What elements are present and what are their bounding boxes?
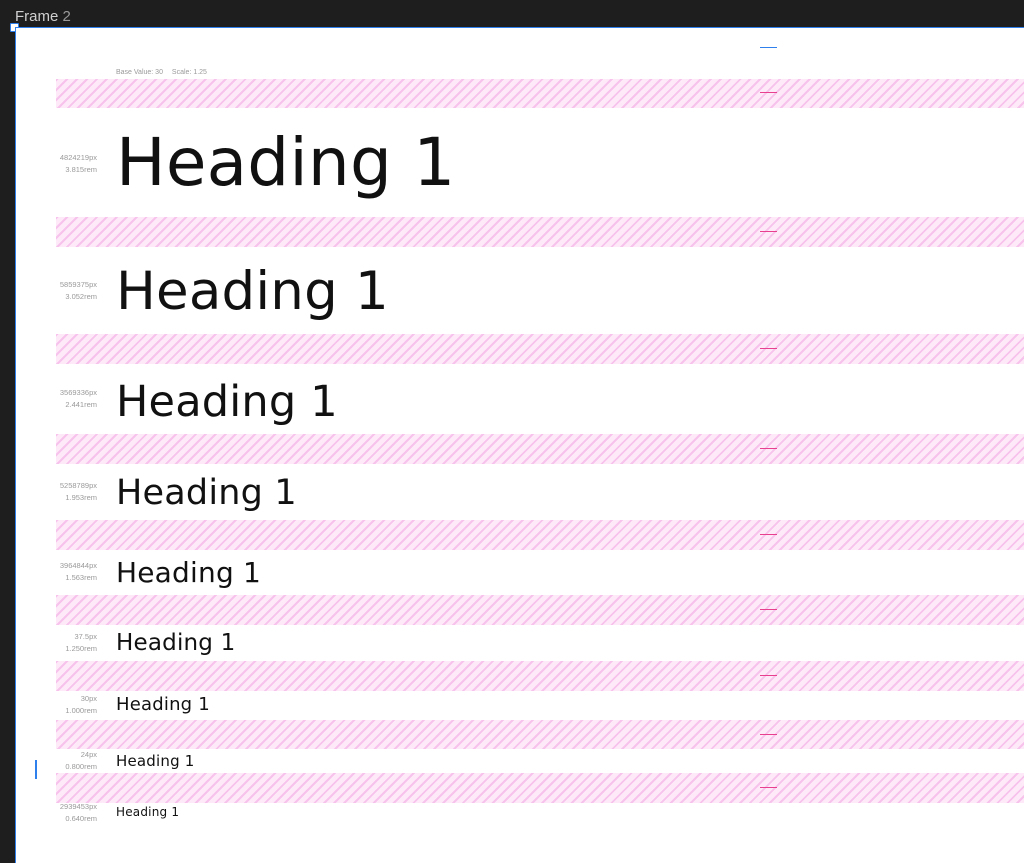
spacer-band[interactable] [56,520,1024,550]
heading-sample[interactable]: Heading 1 [116,804,179,820]
spacer-band[interactable] [56,217,1024,247]
guide-tick-top [760,47,777,48]
heading-sample[interactable]: Heading 1 [116,256,389,328]
frame-label-number: 2 [62,8,71,25]
size-label: 5859375px 3.052rem [16,279,97,303]
size-rem: 3.052rem [65,292,97,301]
spacer-tick [760,92,777,93]
type-scale-meta: Base Value: 30 Scale: 1.25 [116,69,207,76]
size-rem: 1.250rem [65,644,97,653]
size-rem: 1.000rem [65,706,97,715]
spacer-tick [760,348,777,349]
size-px: 5258789px [59,481,97,490]
size-rem: 1.563rem [65,573,97,582]
spacer-tick [760,534,777,535]
spacer-tick [760,734,777,735]
heading-sample[interactable]: Heading 1 [116,555,261,591]
heading-sample[interactable]: Heading 1 [116,470,297,516]
size-label: 3964844px 1.563rem [16,560,97,584]
size-label: 4824219px 3.815rem [16,152,97,176]
spacer-band[interactable] [56,79,1024,108]
size-rem: 3.815rem [65,165,97,174]
size-rem: 0.800rem [65,762,97,771]
frame-canvas[interactable]: Base Value: 30 Scale: 1.25 4824219px 3.8… [15,27,1024,863]
frame-label-name: Frame [15,8,59,25]
heading-sample[interactable]: Heading 1 [116,693,210,717]
size-px: 24px [80,750,97,759]
spacer-band[interactable] [56,595,1024,625]
spacer-band[interactable] [56,661,1024,691]
size-label: 5258789px 1.953rem [16,480,97,504]
frame-label[interactable]: Frame 2 [15,7,71,27]
spacer-tick [760,787,777,788]
scale-label: Scale: 1.25 [171,69,207,76]
spacer-tick [760,231,777,232]
size-px: 3569336px [59,388,97,397]
size-label: 24px 0.800rem [16,749,97,773]
size-rem: 2.441rem [65,400,97,409]
spacer-band[interactable] [56,434,1024,464]
size-px: 3964844px [59,561,97,570]
size-label: 37.5px 1.250rem [16,631,97,655]
size-label: 30px 1.000rem [16,693,97,717]
size-px: 5859375px [59,280,97,289]
spacer-tick [760,675,777,676]
spacer-tick [760,448,777,449]
base-value-label: Base Value: 30 [116,69,163,76]
size-px: 4824219px [59,153,97,162]
spacer-band[interactable] [56,720,1024,749]
spacer-tick [760,609,777,610]
heading-sample[interactable]: Heading 1 [116,628,235,658]
size-px: 2939453px [59,802,97,811]
heading-sample[interactable]: Heading 1 [116,118,455,208]
heading-sample[interactable]: Heading 1 [116,373,338,431]
size-label: 3569336px 2.441rem [16,387,97,411]
size-px: 37.5px [74,632,97,641]
spacer-band[interactable] [56,773,1024,803]
text-cursor-caret [35,760,37,779]
size-rem: 0.640rem [65,814,97,823]
heading-sample[interactable]: Heading 1 [116,751,195,771]
size-label: 2939453px 0.640rem [16,801,97,825]
size-px: 30px [80,694,97,703]
spacer-band[interactable] [56,334,1024,364]
size-rem: 1.953rem [65,493,97,502]
